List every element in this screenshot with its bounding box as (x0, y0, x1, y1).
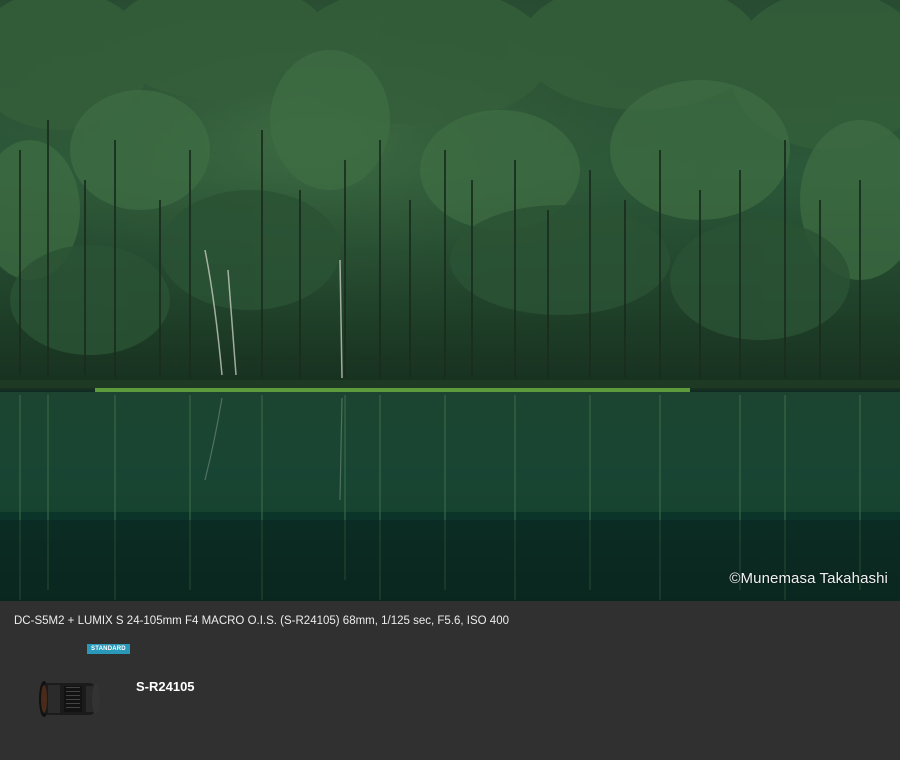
page: ©Munemasa Takahashi DC-S5M2 + LUMIX S 24… (0, 0, 900, 760)
lens-icon[interactable] (38, 677, 104, 721)
photo-credit: ©Munemasa Takahashi (729, 570, 888, 587)
standard-badge: STANDARD (87, 644, 130, 654)
photo-info-panel: DC-S5M2 + LUMIX S 24-105mm F4 MACRO O.I.… (0, 601, 900, 760)
camera-settings-caption: DC-S5M2 + LUMIX S 24-105mm F4 MACRO O.I.… (14, 615, 509, 627)
lake-forest-photo: ©Munemasa Takahashi (0, 0, 900, 601)
lens-model-name[interactable]: S-R24105 (136, 679, 195, 694)
photo-illustration (0, 0, 900, 601)
